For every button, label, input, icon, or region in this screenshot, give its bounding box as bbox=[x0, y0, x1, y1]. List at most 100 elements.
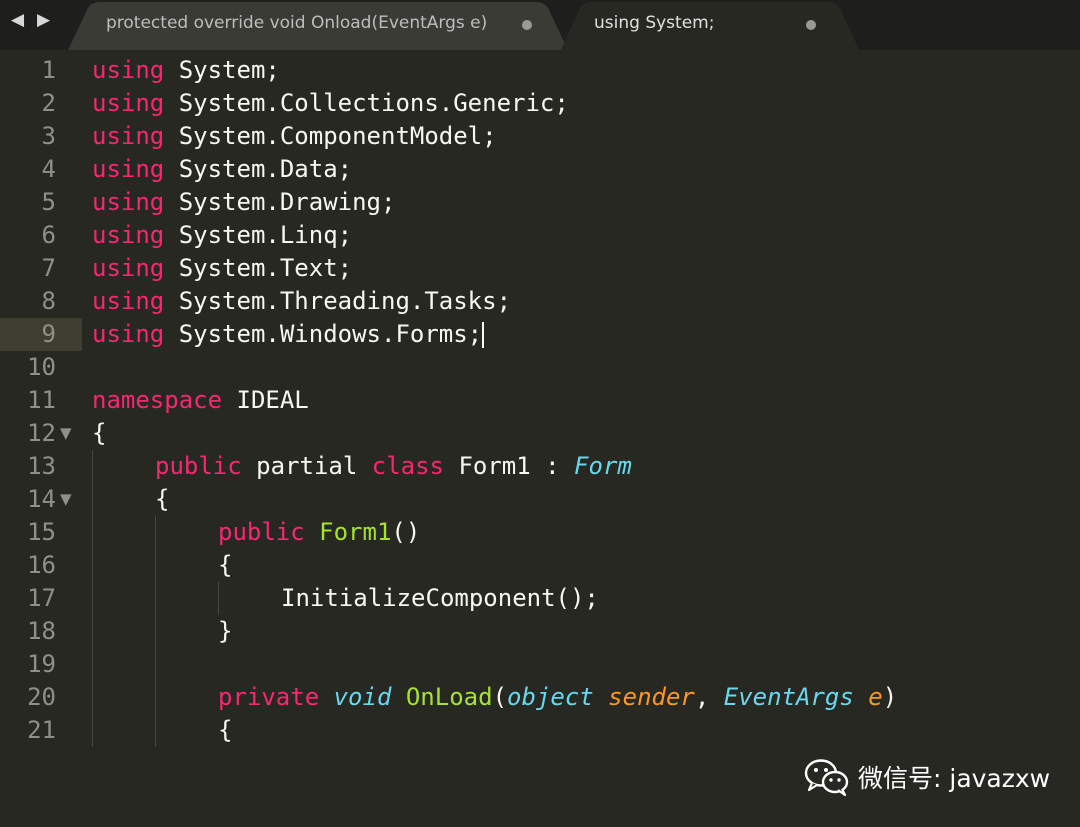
code-text: { bbox=[92, 417, 106, 450]
token-plain: System.Linq; bbox=[164, 221, 353, 249]
code-text: using System.Data; bbox=[92, 153, 352, 186]
watermark: 微信号: javazxw bbox=[804, 755, 1050, 799]
code-text: using System.Linq; bbox=[92, 219, 352, 252]
token-plain: System.Collections.Generic; bbox=[164, 89, 569, 117]
token-param: sender bbox=[608, 683, 695, 711]
code-line[interactable]: 4 using System.Data; bbox=[0, 153, 1080, 186]
code-text: using System.Text; bbox=[92, 252, 352, 285]
code-line[interactable]: 2 using System.Collections.Generic; bbox=[0, 87, 1080, 120]
token-plain: } bbox=[218, 617, 233, 645]
token-param: e bbox=[868, 683, 883, 711]
code-line[interactable]: 8 using System.Threading.Tasks; bbox=[0, 285, 1080, 318]
token-typ: void bbox=[333, 683, 392, 711]
code-text: using System; bbox=[92, 54, 280, 87]
line-number: 15 bbox=[27, 518, 56, 546]
code-line[interactable]: 13 public partial class Form1 : Form bbox=[0, 450, 1080, 483]
token-typ: Form bbox=[574, 452, 632, 480]
nav-forward-icon[interactable]: ▶ bbox=[37, 10, 50, 30]
token-kw: using bbox=[92, 89, 165, 117]
nav-back-icon[interactable]: ◀ bbox=[11, 10, 24, 30]
wechat-icon bbox=[804, 759, 849, 797]
code-line[interactable]: 17 InitializeComponent(); bbox=[0, 582, 1080, 615]
code-text: public partial class Form1 : Form bbox=[155, 450, 632, 483]
code-line[interactable]: 1 using System; bbox=[0, 54, 1080, 87]
token-typ: object bbox=[507, 683, 594, 711]
code-line[interactable]: 16 { bbox=[0, 549, 1080, 582]
line-number: 3 bbox=[41, 122, 56, 150]
tab-onload[interactable]: protected override void Onload(EventArgs… bbox=[68, 0, 568, 50]
tab-using-system[interactable]: using System; bbox=[560, 0, 860, 52]
code-line[interactable]: 3 using System.ComponentModel; bbox=[0, 120, 1080, 153]
code-text: public Form1() bbox=[218, 516, 420, 549]
line-number: 16 bbox=[27, 551, 56, 579]
token-plain: ( bbox=[492, 683, 508, 711]
code-text: using System.ComponentModel; bbox=[92, 120, 497, 153]
line-number: 2 bbox=[41, 89, 56, 117]
code-text: { bbox=[155, 483, 169, 516]
code-editor[interactable]: 1 using System; 2 using System.Collections.… bbox=[0, 52, 1080, 827]
token-plain: { bbox=[218, 551, 233, 579]
token-plain: System.Drawing; bbox=[164, 188, 396, 216]
fold-arrow-icon[interactable]: ▼ bbox=[60, 417, 72, 450]
token-plain: System.ComponentModel; bbox=[164, 122, 497, 150]
code-text: { bbox=[218, 549, 232, 582]
unsaved-dot-icon[interactable] bbox=[522, 20, 532, 30]
unsaved-dot-icon[interactable] bbox=[806, 20, 816, 30]
line-number: 4 bbox=[41, 155, 56, 183]
token-kw: using bbox=[92, 188, 165, 216]
code-text: using System.Collections.Generic; bbox=[92, 87, 569, 120]
token-plain: () bbox=[391, 518, 421, 546]
line-number: 17 bbox=[27, 584, 56, 612]
code-line[interactable]: 19 bbox=[0, 648, 1080, 681]
token-kw: using bbox=[92, 56, 165, 84]
code-line[interactable]: 9 using System.Windows.Forms; bbox=[0, 318, 1080, 351]
line-number: 10 bbox=[27, 353, 56, 381]
token-kw: using bbox=[92, 155, 165, 183]
token-kw: using bbox=[92, 287, 165, 315]
token-plain: System.Threading.Tasks; bbox=[164, 287, 512, 315]
code-line[interactable]: 20 private void OnLoad(object sender, Eve… bbox=[0, 681, 1080, 714]
code-text: } bbox=[218, 615, 232, 648]
watermark-text: 微信号: javazxw bbox=[858, 764, 1051, 793]
fold-arrow-icon[interactable]: ▼ bbox=[60, 483, 72, 516]
code-line[interactable]: 10 bbox=[0, 351, 1080, 384]
token-plain: System.Data; bbox=[164, 155, 353, 183]
text-cursor bbox=[482, 322, 485, 348]
token-plain: { bbox=[218, 716, 233, 744]
token-fn: Form1 bbox=[319, 518, 392, 546]
token-kw: namespace bbox=[92, 386, 223, 414]
token-kw: public bbox=[218, 518, 305, 546]
code-line[interactable]: 15 public Form1() bbox=[0, 516, 1080, 549]
code-line[interactable]: 5 using System.Drawing; bbox=[0, 186, 1080, 219]
token-plain: System.Windows.Forms; bbox=[164, 320, 483, 348]
token-kw: private bbox=[218, 683, 320, 711]
line-number: 5 bbox=[41, 188, 56, 216]
code-text: using System.Windows.Forms; bbox=[92, 318, 485, 351]
code-line[interactable]: 6 using System.Linq; bbox=[0, 219, 1080, 252]
token-plain: , bbox=[694, 683, 724, 711]
code-line[interactable]: 12 ▼ { bbox=[0, 417, 1080, 450]
line-number: 11 bbox=[27, 386, 56, 414]
line-number: 8 bbox=[41, 287, 56, 315]
token-plain: IDEAL bbox=[222, 386, 309, 414]
code-text: namespace IDEAL bbox=[92, 384, 309, 417]
code-line[interactable]: 7 using System.Text; bbox=[0, 252, 1080, 285]
code-line[interactable]: 11 namespace IDEAL bbox=[0, 384, 1080, 417]
token-plain: System.Text; bbox=[164, 254, 353, 282]
token-plain: ) bbox=[882, 683, 898, 711]
code-line[interactable]: 18} bbox=[0, 615, 1080, 648]
code-text: using System.Drawing; bbox=[92, 186, 395, 219]
code-line[interactable]: 21 { bbox=[0, 714, 1080, 747]
line-number: 6 bbox=[41, 221, 56, 249]
code-text: using System.Threading.Tasks; bbox=[92, 285, 511, 318]
token-plain: partial bbox=[241, 452, 372, 480]
token-plain: { bbox=[155, 485, 170, 513]
code-line[interactable]: 14 ▼ { bbox=[0, 483, 1080, 516]
token-plain: InitializeComponent(); bbox=[281, 584, 599, 612]
line-number: 18 bbox=[27, 617, 56, 645]
token-kw: class bbox=[371, 452, 444, 480]
